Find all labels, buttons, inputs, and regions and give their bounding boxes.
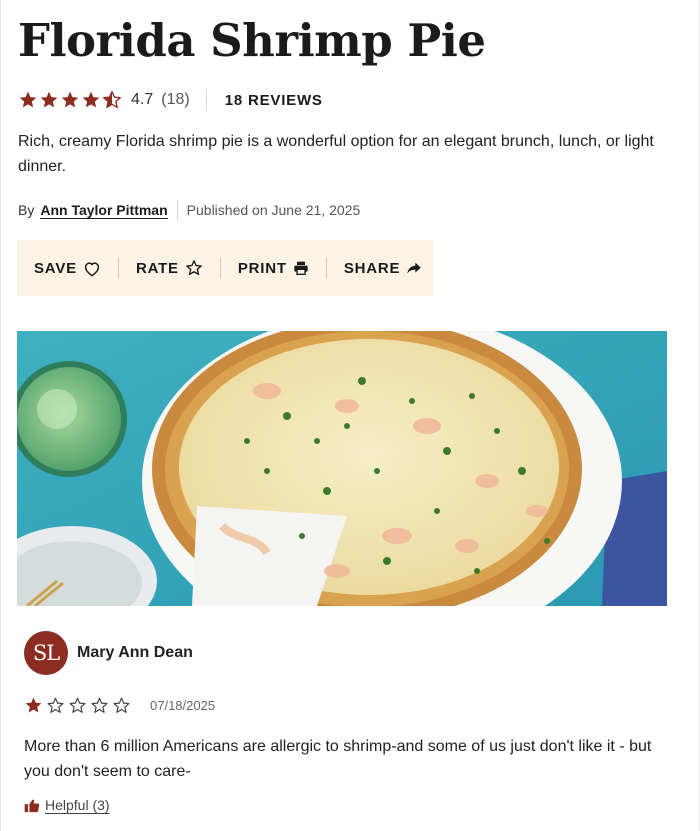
- star-empty-icon: [91, 697, 108, 713]
- avatar: SL: [24, 631, 68, 675]
- published-date: Published on June 21, 2025: [186, 202, 361, 218]
- helpful-button[interactable]: Helpful (3): [24, 797, 110, 813]
- recipe-title: Florida Shrimp Pie: [18, 14, 486, 67]
- byline: By Ann Taylor Pittman Published on June …: [18, 199, 360, 221]
- rating-value: 4.7: [131, 91, 154, 108]
- rating-count: (18): [161, 91, 190, 108]
- helpful-label: Helpful (3): [45, 797, 110, 813]
- rating-row: 4.7 (18) 18 REVIEWS: [18, 88, 323, 112]
- action-bar: SAVE RATE PRINT SHARE: [17, 240, 433, 296]
- reviewer-name: Mary Ann Dean: [77, 644, 193, 661]
- rate-label: RATE: [135, 259, 179, 277]
- star-full-icon: [40, 91, 58, 108]
- recipe-description: Rich, creamy Florida shrimp pie is a won…: [18, 133, 654, 175]
- share-label: SHARE: [343, 259, 401, 277]
- star-empty-icon: [113, 697, 130, 713]
- thumbs-up-icon: [24, 799, 40, 812]
- review-text: More than 6 million Americans are allerg…: [24, 738, 652, 780]
- star-outline-icon: [185, 259, 203, 277]
- share-arrow-icon: [406, 261, 422, 275]
- print-button[interactable]: PRINT: [221, 240, 309, 296]
- review-date: 07/18/2025: [150, 697, 216, 713]
- save-label: SAVE: [34, 259, 77, 277]
- star-full-icon: [25, 697, 42, 713]
- hero-image: [17, 331, 667, 606]
- star-full-icon: [82, 91, 100, 108]
- heart-icon: [83, 260, 101, 277]
- reviews-link[interactable]: 18 REVIEWS: [225, 92, 323, 109]
- print-label: PRINT: [237, 259, 287, 277]
- divider: [176, 200, 178, 220]
- star-full-icon: [61, 91, 79, 108]
- star-empty-icon: [47, 697, 64, 713]
- divider: [205, 89, 207, 111]
- shrimp-pie-photo: [17, 331, 667, 606]
- byline-prefix: By: [18, 202, 35, 218]
- star-full-icon: [19, 91, 37, 108]
- rate-button[interactable]: RATE: [119, 240, 203, 296]
- star-empty-icon: [69, 697, 86, 713]
- star-half-icon: [103, 91, 122, 109]
- reviewer: SL Mary Ann Dean: [24, 631, 674, 675]
- author-link[interactable]: Ann Taylor Pittman: [40, 202, 167, 218]
- share-button[interactable]: SHARE: [327, 240, 423, 296]
- save-button[interactable]: SAVE: [17, 240, 101, 296]
- review-card: SL Mary Ann Dean: [24, 631, 674, 675]
- review-meta: 07/18/2025: [24, 695, 215, 715]
- printer-icon: [293, 260, 309, 276]
- rating-stars[interactable]: [18, 90, 123, 110]
